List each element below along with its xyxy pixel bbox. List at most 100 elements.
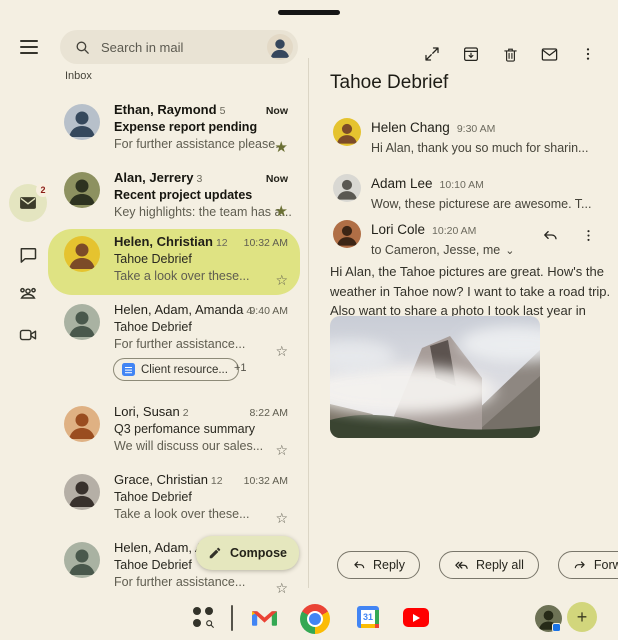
- inbox-section-label: Inbox: [65, 70, 92, 82]
- avatar: [64, 474, 100, 510]
- yosemite-photo-attachment[interactable]: [330, 316, 540, 438]
- message-more-button[interactable]: [581, 228, 596, 243]
- mark-unread-button[interactable]: [539, 44, 559, 64]
- chrome-app-icon[interactable]: [300, 604, 330, 634]
- message-snippet: Hi Alan, thank you so much for sharin...: [371, 141, 588, 155]
- reply-icon-button[interactable]: [541, 226, 559, 244]
- star-icon[interactable]: ☆: [275, 443, 288, 457]
- star-icon[interactable]: ☆: [275, 511, 288, 525]
- reply-button[interactable]: Reply: [337, 551, 420, 579]
- avatar: [333, 118, 361, 146]
- message-count: 12: [216, 237, 228, 249]
- account-avatar[interactable]: [267, 34, 293, 60]
- trash-icon: [502, 46, 519, 63]
- snippet: Take a look over these...: [114, 269, 244, 283]
- star-icon[interactable]: ★: [275, 205, 288, 219]
- snippet: Take a look over these...: [114, 507, 244, 521]
- search-placeholder: Search in mail: [101, 40, 267, 55]
- app-launcher-button[interactable]: [193, 607, 215, 629]
- star-icon[interactable]: ☆: [275, 273, 288, 287]
- timestamp: Now: [266, 105, 288, 117]
- calendar-app-icon[interactable]: 31: [357, 606, 379, 628]
- message-snippet: Wow, these picturese are awesome. T...: [371, 197, 591, 211]
- attachment-chip[interactable]: Client resource...: [113, 358, 239, 381]
- open-in-full-icon: [423, 45, 441, 63]
- subject: Recent project updates: [114, 188, 244, 202]
- timestamp: 10:32 AM: [244, 475, 288, 487]
- star-icon[interactable]: ☆: [275, 581, 288, 595]
- message-recipients: to Cameron, Jesse, me: [371, 243, 500, 257]
- message-count: 12: [211, 475, 223, 487]
- thread-title: Tahoe Debrief: [330, 72, 448, 94]
- subject: Q3 perfomance summary: [114, 422, 244, 436]
- sender-names: Helen, Christian: [114, 234, 213, 249]
- snippet: Key highlights: the team has a...: [114, 205, 244, 219]
- timestamp: Now: [266, 173, 288, 185]
- message-sender: Lori Cole: [371, 222, 425, 237]
- calendar-red-corner: [375, 624, 379, 628]
- pencil-icon: [208, 546, 222, 560]
- recipients-caret-icon[interactable]: ⌄: [505, 245, 514, 257]
- groups-icon: [17, 282, 39, 304]
- docs-file-icon: [122, 363, 135, 376]
- reply-all-button[interactable]: Reply all: [439, 551, 539, 579]
- avatar: [64, 304, 100, 340]
- subject: Tahoe Debrief: [114, 490, 244, 504]
- snippet: For further assistance please...: [114, 137, 244, 151]
- forward-label: Forward: [594, 558, 618, 572]
- forward-button[interactable]: Forward: [558, 551, 618, 579]
- chat-icon: [18, 245, 38, 265]
- message-helen-chang[interactable]: Helen Chang9:30 AM Hi Alan, thank you so…: [309, 110, 618, 164]
- taskbar-divider: [231, 605, 233, 631]
- conversation-row-lori[interactable]: Lori, Susan2 Q3 perfomance summary We wi…: [48, 398, 300, 466]
- snippet: We will discuss our sales...: [114, 439, 244, 453]
- menu-icon[interactable]: [20, 40, 38, 54]
- gmail-app-icon[interactable]: [252, 609, 277, 628]
- conversation-row-helen-selected[interactable]: Helen, Christian12 Tahoe Debrief Take a …: [48, 228, 300, 296]
- search-icon: [74, 39, 91, 56]
- conversation-row-ethan[interactable]: Ethan, Raymond5 Expense report pending F…: [48, 96, 300, 164]
- star-icon[interactable]: ☆: [275, 344, 288, 358]
- rail-item-mail[interactable]: 2: [9, 184, 47, 222]
- snippet: For further assistance...: [114, 337, 254, 351]
- rail-item-meet[interactable]: [9, 316, 47, 354]
- search-input[interactable]: Search in mail: [60, 30, 298, 64]
- forward-icon: [573, 558, 587, 572]
- sender-names: Alan, Jerrery: [114, 170, 194, 185]
- avatar-status-badge: [552, 623, 561, 632]
- star-icon[interactable]: ★: [275, 141, 288, 155]
- message-count: 5: [220, 105, 226, 117]
- sender-names: Ethan, Raymond: [114, 102, 217, 117]
- snippet: For further assistance...: [114, 575, 244, 589]
- compose-button[interactable]: Compose: [196, 536, 299, 570]
- conversation-list-pane: Search in mail Inbox Ethan, Raymond5 Exp…: [48, 0, 304, 600]
- message-lori-cole[interactable]: Lori Cole10:20 AM to Cameron, Jesse, me⌄: [309, 212, 618, 266]
- sender-names: Helen, Adam, A: [114, 540, 204, 555]
- message-time: 9:30 AM: [457, 123, 496, 135]
- conversation-row-helen-adam-amanda[interactable]: Helen, Adam, Amanda4 Tahoe Debrief For f…: [48, 296, 300, 398]
- avatar: [64, 172, 100, 208]
- avatar: [64, 542, 100, 578]
- message-sender: Adam Lee: [371, 176, 433, 191]
- calendar-green-edge: [375, 610, 379, 624]
- launcher-search-icon: [205, 619, 215, 629]
- archive-button[interactable]: [461, 44, 481, 64]
- sender-names: Helen, Adam, Amanda: [114, 302, 243, 317]
- envelope-icon: [540, 45, 559, 64]
- timestamp: 8:22 AM: [249, 407, 288, 419]
- more-options-button[interactable]: [578, 44, 598, 64]
- delete-button[interactable]: [500, 44, 520, 64]
- subject: Tahoe Debrief: [114, 320, 254, 334]
- videocam-icon: [18, 325, 38, 345]
- subject: Expense report pending: [114, 120, 244, 134]
- sender-names: Grace, Christian: [114, 472, 208, 487]
- new-window-plus-button[interactable]: +: [567, 602, 597, 632]
- rail-item-spaces[interactable]: [9, 274, 47, 312]
- rail-item-chat[interactable]: [9, 236, 47, 274]
- avatar: [64, 236, 100, 272]
- conversation-row-alan[interactable]: Alan, Jerrery3 Recent project updates Ke…: [48, 164, 300, 228]
- conversation-row-grace[interactable]: Grace, Christian12 Tahoe Debrief Take a …: [48, 466, 300, 534]
- expand-button[interactable]: [422, 44, 442, 64]
- message-count: 3: [197, 173, 203, 185]
- youtube-app-icon[interactable]: [403, 608, 429, 627]
